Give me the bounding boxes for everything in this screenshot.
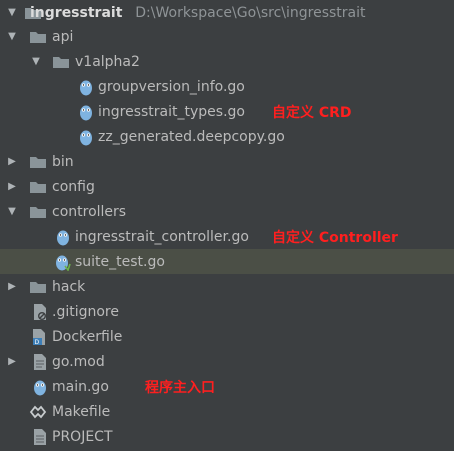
tree-label-project-file: PROJECT [52,428,113,445]
project-path: D:\Workspace\Go\src\ingresstrait [135,4,366,21]
gopher-icon [31,378,49,396]
gopher-icon [77,128,95,146]
gopher-icon [77,103,95,121]
tree-label-main-go: main.go [52,378,109,395]
folder-icon [29,153,47,171]
chevron-right-icon[interactable]: ▶ [6,156,18,168]
tree-label-dockerfile: Dockerfile [52,328,123,345]
folder-icon [29,203,47,221]
gomod-file-icon [31,353,49,371]
gopher-test-icon [54,253,72,271]
tree-row-hack[interactable]: ▶ hack [0,274,454,299]
text-file-icon [31,428,49,446]
gopher-icon [54,228,72,246]
tree-label-zz-generated: zz_generated.deepcopy.go [98,128,285,145]
project-name-text: ingresstrait [30,4,123,21]
folder-icon [52,53,70,71]
tree-label-groupversion-info: groupversion_info.go [98,78,245,95]
tree-label-gitignore: .gitignore [52,303,119,320]
tree-label-v1alpha2: v1alpha2 [75,53,140,70]
tree-row-groupversion-info[interactable]: groupversion_info.go [0,74,454,99]
tree-label-ingresstrait-types: ingresstrait_types.go [98,103,245,120]
tree-row-bin[interactable]: ▶ bin [0,149,454,174]
chevron-right-icon[interactable]: ▶ [6,281,18,293]
tree-row-main-go[interactable]: main.go 程序主入口 [0,374,454,399]
project-tree: ▼ ingresstrait D:\Workspace\Go\src\ingre… [0,0,454,451]
chevron-right-icon[interactable]: ▶ [6,356,18,368]
tree-row-gomod[interactable]: ▶ go.mod [0,349,454,374]
tree-label-config: config [52,178,95,195]
tree-row-makefile[interactable]: Makefile [0,399,454,424]
chevron-down-icon[interactable]: ▼ [6,206,18,218]
svg-text:D: D [35,339,40,346]
tree-label-api: api [52,28,74,45]
tree-row-project-file[interactable]: PROJECT [0,424,454,449]
tree-label-hack: hack [52,278,86,295]
tree-row-project-root[interactable]: ▼ ingresstrait D:\Workspace\Go\src\ingre… [0,0,454,25]
tree-label-controllers: controllers [52,203,127,220]
tree-label-bin: bin [52,153,74,170]
chevron-right-icon[interactable]: ▶ [6,181,18,193]
tree-row-api[interactable]: ▼ api [0,24,454,49]
tree-row-controllers[interactable]: ▼ controllers [0,199,454,224]
tree-row-ingresstrait-types[interactable]: ingresstrait_types.go 自定义 CRD [0,99,454,124]
chevron-down-icon[interactable]: ▼ [6,7,18,19]
annotation-crd: 自定义 CRD [272,104,352,121]
chevron-down-icon[interactable]: ▼ [6,31,18,43]
tree-row-dockerfile[interactable]: D Dockerfile [0,324,454,349]
folder-icon [29,28,47,46]
tree-label-makefile: Makefile [52,403,111,420]
project-name: ingresstrait D:\Workspace\Go\src\ingress… [30,5,366,21]
chevron-down-icon[interactable]: ▼ [30,56,42,68]
tree-label-gomod: go.mod [52,353,105,370]
tree-label-suite-test: suite_test.go [75,253,165,270]
makefile-icon [29,403,47,421]
tree-row-gitignore[interactable]: .gitignore [0,299,454,324]
folder-icon [29,278,47,296]
docker-file-icon: D [31,328,49,346]
tree-row-ingresstrait-controller[interactable]: ingresstrait_controller.go 自定义 Controlle… [0,224,454,249]
tree-row-zz-generated[interactable]: zz_generated.deepcopy.go [0,124,454,149]
ignore-file-icon [31,303,49,321]
tree-row-config[interactable]: ▶ config [0,174,454,199]
tree-label-ingresstrait-controller: ingresstrait_controller.go [75,228,249,245]
gopher-icon [77,78,95,96]
folder-icon [29,178,47,196]
tree-row-suite-test[interactable]: suite_test.go [0,249,454,274]
annotation-controller: 自定义 Controller [272,229,398,246]
annotation-entry: 程序主入口 [145,379,215,396]
tree-row-v1alpha2[interactable]: ▼ v1alpha2 [0,49,454,74]
